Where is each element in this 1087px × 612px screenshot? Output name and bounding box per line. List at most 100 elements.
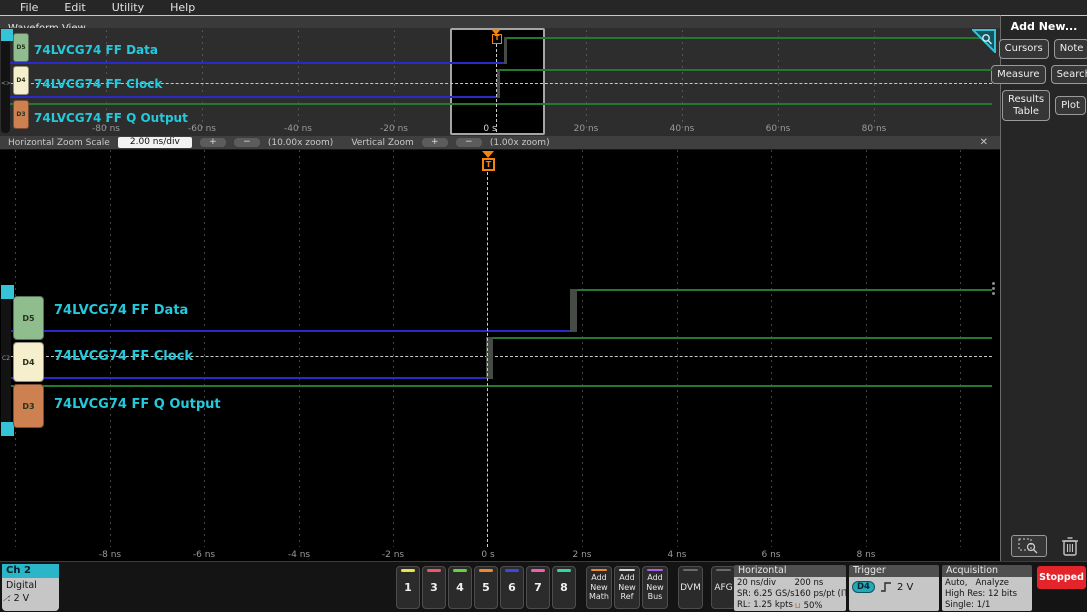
handle-group-label: C2 [2,355,11,362]
horizontal-trigger-position: 50% [803,601,823,611]
menu-edit[interactable]: Edit [64,1,85,14]
trigger-marker-arrow[interactable] [482,151,494,158]
trash-icon[interactable] [1061,536,1079,557]
channel-4-button[interactable]: 4 [448,566,472,609]
channel-3-button[interactable]: 3 [422,566,446,609]
search-button[interactable]: Search [1050,64,1087,84]
grid-line [866,150,867,547]
grid-line [771,150,772,547]
channel-badge-d3[interactable]: D3 [13,100,29,129]
bottom-bar: Ch 2 Digital ⁄: 2 V 1 3 4 5 6 7 8 Add Ne… [0,561,1087,612]
axis-tick: -8 ns [98,550,122,560]
channel-7-button[interactable]: 7 [526,566,550,609]
math-color-stripe [591,569,607,571]
axis-tick: 60 ns [765,124,791,134]
channel-8-button[interactable]: 8 [552,566,576,609]
channel-label-q-output[interactable]: 74LVCG74 FF Q Output [54,397,221,412]
overview-plot: <> D5 D4 D3 74LVCG74 FF Data 74LVCG74 FF… [0,28,1000,136]
axis-tick: 0 s [483,124,497,134]
add-new-ref-button[interactable]: Add New Ref [614,566,640,609]
menu-file[interactable]: File [20,1,38,14]
zoom-reset-button[interactable] [1011,535,1047,557]
handle-resize-icon[interactable]: <> [1,80,11,87]
q-output-waveform-high-segment [6,385,992,387]
axis-tick: 4 ns [667,550,687,560]
channel-1-button[interactable]: 1 [396,566,420,609]
channel-2-mode: Digital [6,580,37,591]
axis-tick: -20 ns [380,124,408,134]
channel-badge-d3[interactable]: D3 [13,384,44,428]
h-zoom-factor: (10.00x zoom) [267,137,334,148]
oscilloscope-screen: File Edit Utility Help Waveform View <> [0,0,1087,612]
note-button[interactable]: Note [1053,39,1087,59]
measure-button[interactable]: Measure [991,64,1046,84]
cursors-button[interactable]: Cursors [998,39,1049,59]
overview-handle-tab[interactable] [1,29,13,41]
axis-tick: -40 ns [284,124,312,134]
channel-badge-d5[interactable]: D5 [13,33,29,62]
afg-label: AFG [714,582,733,593]
channel-label-clock[interactable]: 74LVCG74 FF Clock [34,77,162,91]
trigger-source-badge: D4 [852,581,875,593]
channel-color-stripe [531,569,545,572]
overview-zoom-corner-icon[interactable] [972,29,996,53]
channel-badge-d4[interactable]: D4 [13,66,29,95]
trigger-position-line [487,172,488,547]
zoom-close-icon[interactable]: ✕ [980,137,988,148]
axis-tick: -60 ns [188,124,216,134]
v-zoom-minus-button[interactable]: − [455,138,482,147]
data-waveform-low-segment [6,62,504,64]
channel-badge-d5[interactable]: D5 [13,296,44,340]
h-zoom-scale-value[interactable]: 2.00 ns/div [117,137,192,148]
axis-tick: 8 ns [856,550,876,560]
h-zoom-scale-label: Horizontal Zoom Scale [8,137,110,148]
trigger-level: 2 V [896,581,914,593]
channel-5-button[interactable]: 5 [474,566,498,609]
channel-2-threshold: : 2 V [7,593,30,604]
menu-bar: File Edit Utility Help [0,0,1087,15]
menu-utility[interactable]: Utility [112,1,144,14]
grid-line [582,150,583,547]
axis-tick: -4 ns [287,550,311,560]
channel-button-label: 7 [534,581,542,594]
horizontal-sample-rate: SR: 6.25 GS/s [737,589,795,599]
zoom-reset-icon [1018,538,1038,554]
channel-color-stripe [557,569,571,572]
acquisition-panel-title: Acquisition [942,565,1032,577]
horizontal-panel[interactable]: Horizontal 20 ns/div SR: 6.25 GS/s RL: 1… [734,565,846,611]
trigger-marker[interactable]: T [482,158,495,171]
horizontal-window: 200 ns [794,578,824,588]
channel-label-clock[interactable]: 74LVCG74 FF Clock [54,349,193,364]
v-zoom-label: Vertical Zoom [351,137,414,148]
run-status-badge[interactable]: Stopped [1037,566,1086,589]
v-zoom-plus-button[interactable]: + [421,138,448,147]
panel-splitter-handle[interactable] [992,280,995,297]
channel-badge-d4[interactable]: D4 [13,342,44,382]
acquisition-mode: Auto, Analyze [945,578,1010,588]
axis-tick: 0 s [481,550,495,560]
h-zoom-minus-button[interactable]: − [233,138,260,147]
channel-label-data[interactable]: 74LVCG74 FF Data [54,303,188,318]
channel-6-button[interactable]: 6 [500,566,524,609]
clock-waveform-low-segment [6,96,497,98]
main-plot: T C2 D5 D4 D3 74LVCG74 FF Data 74LVCG74 … [0,150,1000,547]
trigger-marker[interactable]: T [492,34,502,44]
afg-button[interactable]: AFG [711,566,736,609]
acquisition-panel[interactable]: Acquisition Auto, Analyze High Res: 12 b… [942,565,1032,611]
h-zoom-plus-button[interactable]: + [199,138,226,147]
main-handle-tab-top[interactable] [1,285,14,299]
plot-button[interactable]: Plot [1055,95,1086,116]
channel-2-badge[interactable]: Ch 2 Digital ⁄: 2 V [2,564,59,611]
results-table-button[interactable]: Results Table [1002,90,1051,121]
channel-button-label: 5 [482,581,490,594]
channel-label-q-output[interactable]: 74LVCG74 FF Q Output [34,111,188,125]
menu-help[interactable]: Help [170,1,195,14]
add-new-bus-button[interactable]: Add New Bus [642,566,668,609]
grid-line [677,150,678,547]
channel-button-label: 4 [456,581,464,594]
trigger-panel[interactable]: Trigger D4 2 V [849,565,939,611]
dvm-button[interactable]: DVM [678,566,703,609]
add-new-math-button[interactable]: Add New Math [586,566,612,609]
zoom-toolbar: Horizontal Zoom Scale 2.00 ns/div + − (1… [0,136,1000,150]
channel-label-data[interactable]: 74LVCG74 FF Data [34,43,158,57]
